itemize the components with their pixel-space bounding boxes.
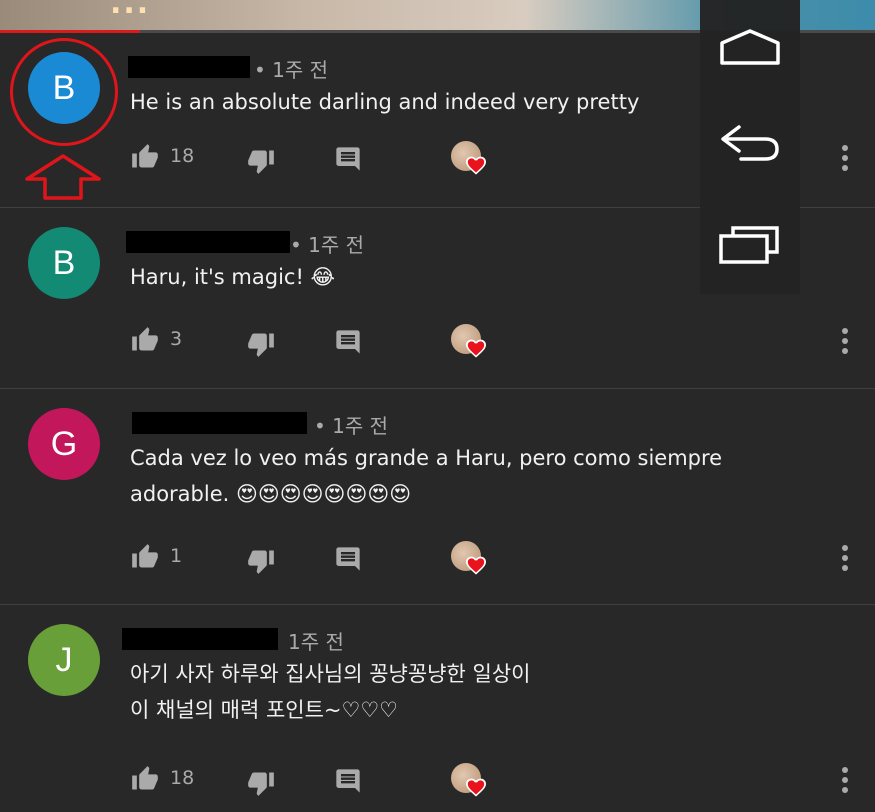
creator-heart-avatar xyxy=(451,763,486,797)
like-count: 3 xyxy=(170,328,183,350)
user-avatar[interactable]: J xyxy=(28,624,100,696)
dot xyxy=(842,545,848,551)
dislike-icon[interactable] xyxy=(246,769,276,797)
user-avatar[interactable]: B xyxy=(28,227,100,299)
creator-heart-avatar xyxy=(451,141,486,175)
creator-heart-avatar xyxy=(451,541,486,575)
creator-heart-avatar xyxy=(451,324,486,358)
dislike-icon[interactable] xyxy=(246,330,276,358)
comment-timestamp: • 1주 전 xyxy=(290,233,365,257)
comment-timestamp: 1주 전 xyxy=(288,630,344,654)
more-options-icon[interactable] xyxy=(838,767,852,795)
like-count: 1 xyxy=(170,545,183,567)
annotation-circle xyxy=(10,38,118,146)
recent-apps-button[interactable] xyxy=(710,208,790,278)
comment-text: Cada vez lo veo más grande a Haru, pero … xyxy=(130,446,723,470)
comment-text: 아기 사자 하루와 집사님의 꽁냥꽁냥한 일상이 xyxy=(130,662,531,686)
like-icon[interactable] xyxy=(130,143,160,171)
comment-item: G • 1주 전 Cada vez lo veo más grande a Haru… xyxy=(0,389,875,575)
comment-divider xyxy=(0,388,875,389)
comment-timestamp: • 1주 전 xyxy=(254,58,329,82)
comment-text: He is an absolute darling and indeed ver… xyxy=(130,90,640,114)
dislike-icon[interactable] xyxy=(246,147,276,175)
back-button[interactable] xyxy=(710,108,790,178)
like-icon[interactable] xyxy=(130,326,160,354)
heart-icon xyxy=(466,339,486,358)
comment-text: adorable. 😍😍😍😍😍😍😍😍 xyxy=(130,482,412,506)
redacted-username xyxy=(128,56,250,78)
like-count: 18 xyxy=(170,767,195,789)
home-icon xyxy=(720,29,780,65)
dot xyxy=(842,155,848,161)
android-nav-overlay xyxy=(700,0,800,294)
more-options-icon[interactable] xyxy=(838,328,852,356)
comment-item: J 1주 전아기 사자 하루와 집사님의 꽁냥꽁냥한 일상이이 채널의 매력 포인… xyxy=(0,605,875,797)
reply-icon[interactable] xyxy=(334,767,362,795)
more-options-icon[interactable] xyxy=(838,145,852,173)
dot xyxy=(842,338,848,344)
dot xyxy=(842,777,848,783)
dot xyxy=(842,165,848,171)
reply-icon[interactable] xyxy=(334,328,362,356)
user-avatar[interactable]: G xyxy=(28,408,100,480)
redacted-username xyxy=(122,628,278,650)
more-options-icon[interactable] xyxy=(838,545,852,573)
comment-text: 이 채널의 매력 포인트~♡♡♡ xyxy=(130,698,398,722)
comment-divider xyxy=(0,604,875,605)
dislike-icon[interactable] xyxy=(246,547,276,575)
dot xyxy=(842,767,848,773)
comment-timestamp: • 1주 전 xyxy=(314,414,389,438)
comment-text: Haru, it's magic! 😂 xyxy=(130,265,336,289)
redacted-username xyxy=(126,231,290,253)
annotation-up-arrow-icon xyxy=(25,154,101,200)
video-caption: ... xyxy=(110,0,151,21)
dot xyxy=(842,328,848,334)
reply-icon[interactable] xyxy=(334,545,362,573)
like-count: 18 xyxy=(170,145,195,167)
heart-icon xyxy=(466,556,486,575)
reply-icon[interactable] xyxy=(334,145,362,173)
like-icon[interactable] xyxy=(130,765,160,793)
dot xyxy=(842,565,848,571)
heart-icon xyxy=(466,156,486,175)
recent-apps-icon xyxy=(719,226,779,264)
heart-icon xyxy=(466,778,486,797)
like-icon[interactable] xyxy=(130,543,160,571)
home-button[interactable] xyxy=(710,12,790,82)
dot xyxy=(842,787,848,793)
back-icon xyxy=(721,125,779,161)
redacted-username xyxy=(132,412,307,434)
dot xyxy=(842,555,848,561)
dot xyxy=(842,145,848,151)
dot xyxy=(842,348,848,354)
